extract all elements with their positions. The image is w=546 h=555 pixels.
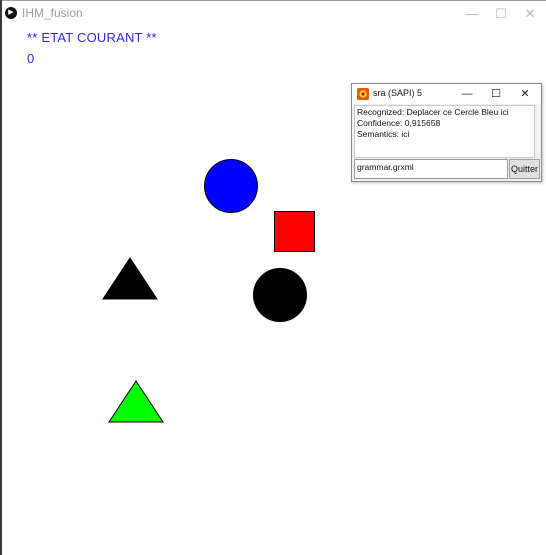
green-triangle[interactable] (108, 380, 164, 424)
black-triangle[interactable] (102, 257, 158, 301)
sapi-app-icon (357, 88, 369, 100)
sapi-close-button[interactable]: ✕ (510, 84, 540, 104)
sapi-titlebar[interactable]: sra (SAPI) 5 — ☐ ✕ (352, 84, 541, 104)
minimize-button[interactable]: — (457, 3, 487, 25)
grammar-file-field[interactable]: grammar.grxml (354, 159, 508, 179)
sapi-window-title: sra (SAPI) 5 (373, 88, 423, 98)
black-circle[interactable] (252, 267, 308, 323)
recognition-output[interactable]: Recognized: Deplacer ce Cercle Bleu ici … (354, 105, 535, 158)
window-left-border (0, 0, 2, 555)
maximize-button[interactable]: ☐ (486, 3, 516, 25)
semantics-text: Semantics: ici (357, 129, 410, 139)
state-heading: ** ETAT COURANT ** (27, 30, 157, 45)
sapi-maximize-button[interactable]: ☐ (481, 84, 511, 104)
main-window-title: IHM_fusion (22, 6, 83, 20)
state-value: 0 (27, 51, 35, 66)
red-square[interactable] (274, 211, 316, 253)
sapi-window[interactable]: sra (SAPI) 5 — ☐ ✕ Recognized: Deplacer … (351, 83, 542, 182)
sapi-minimize-button[interactable]: — (452, 84, 482, 104)
play-circle-icon: ▶ (5, 7, 17, 19)
quit-button[interactable]: Quitter (509, 159, 540, 179)
close-button[interactable]: ✕ (515, 3, 545, 25)
blue-circle[interactable] (203, 158, 259, 214)
recognized-text: Recognized: Deplacer ce Cercle Bleu ici (357, 107, 509, 117)
confidence-text: Confidence: 0,915658 (357, 118, 441, 128)
main-titlebar[interactable]: ▶ IHM_fusion — ☐ ✕ (2, 1, 546, 29)
